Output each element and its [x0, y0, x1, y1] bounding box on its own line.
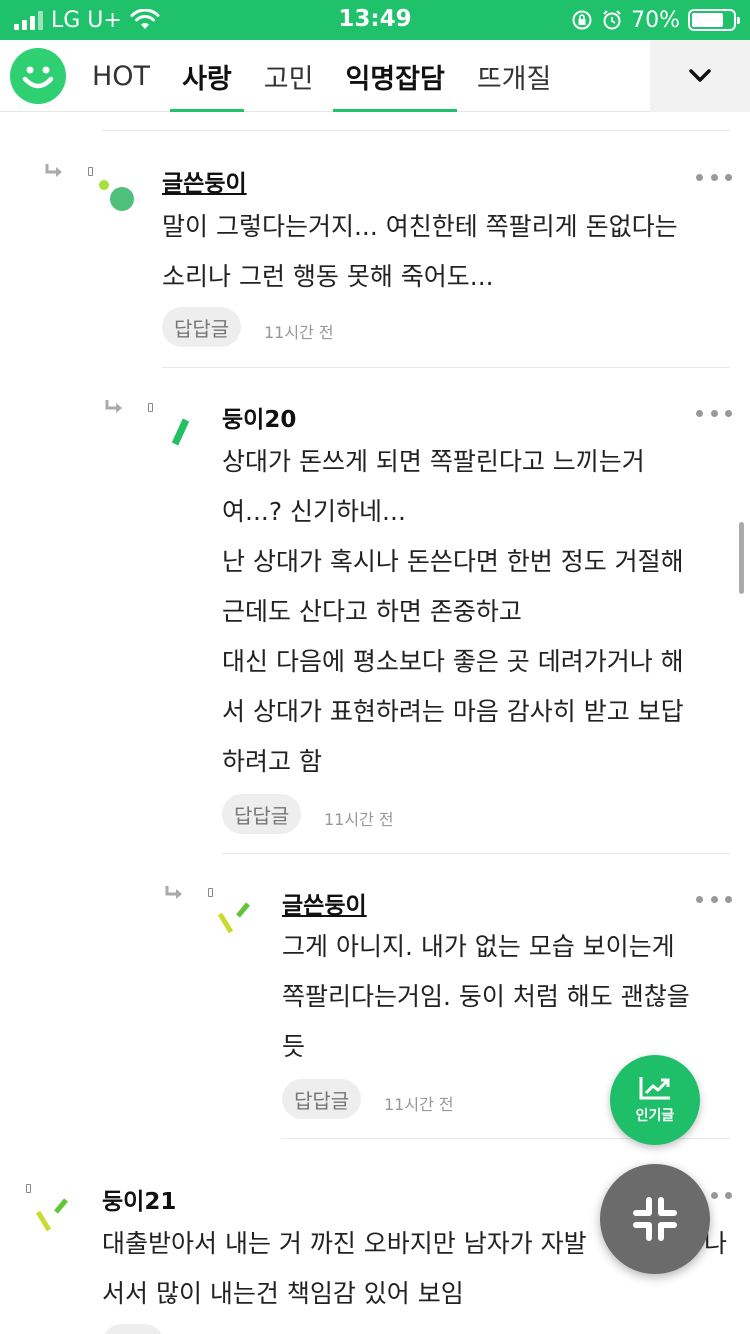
reply-button[interactable]: 답답글: [282, 1079, 362, 1119]
comment-line: 대출받아서 내는 거 까진 오바지만 남자가 자발: [102, 1229, 587, 1258]
collapse-arrows-icon: [633, 1197, 677, 1241]
reply-button[interactable]: 답답글: [222, 794, 302, 834]
avatar-icon: [99, 180, 134, 211]
tab-love[interactable]: 사랑: [170, 40, 244, 112]
rotation-lock-icon: [572, 10, 592, 30]
alarm-icon: [603, 10, 621, 30]
divider: [222, 853, 730, 854]
avatar-icon: [171, 418, 190, 446]
comment-line: 말이 그렇다는거지... 여친한테 쪽팔리게 돈없다는: [162, 212, 678, 241]
collapse-button[interactable]: [600, 1164, 710, 1274]
comment-line: 여...? 신기하네...: [222, 497, 406, 526]
comment-line: 상대가 돈쓰게 되면 쪽팔린다고 느끼는거: [222, 447, 645, 476]
status-bar: LG U+ 13:49 70%: [0, 0, 750, 40]
expand-categories-button[interactable]: [650, 40, 750, 112]
comment-time: 11시간 전: [384, 1095, 454, 1114]
reply-button[interactable]: 답답글: [162, 307, 242, 347]
scrollbar[interactable]: [739, 522, 744, 594]
comment-time: 11시간 전: [324, 810, 394, 829]
reply-arrow-icon: [165, 886, 182, 899]
trending-chart-icon: [639, 1077, 670, 1100]
comment-time: 11시간 전: [264, 323, 334, 342]
tab-anonymous-chat[interactable]: 익명잡담: [333, 40, 458, 112]
popular-posts-label: 인기글: [635, 1108, 675, 1124]
comment-body: 그게 아니지. 내가 없는 모습 보이는게 쪽팔리다는거임. 둥이 처럼 해도 …: [282, 922, 690, 1072]
comment-author[interactable]: 둥이21: [102, 1182, 176, 1216]
tab-hot[interactable]: HOT: [80, 40, 162, 112]
comment-line: 서서 많이 내는건 책임감 있어 보임: [102, 1279, 464, 1308]
comment-body: 상대가 돈쓰게 되면 쪽팔린다고 느끼는거 여...? 신기하네... 난 상대…: [222, 437, 684, 787]
more-options-icon[interactable]: [696, 408, 732, 418]
comment-line: 그게 아니지. 내가 없는 모습 보이는게: [282, 932, 675, 961]
tab-worry[interactable]: 고민: [252, 40, 326, 112]
popular-posts-button[interactable]: 인기글: [610, 1055, 700, 1145]
comment-line: 소리나 그런 행동 못해 죽어도...: [162, 262, 494, 291]
comment-line: 근데도 산다고 하면 존중하고: [222, 597, 522, 626]
status-right: 70%: [571, 6, 740, 34]
chevron-down-icon: [689, 69, 711, 82]
comment-author[interactable]: 글쓴둥이: [282, 886, 367, 920]
comment-line: 하려고 함: [222, 747, 322, 776]
comment-body: 말이 그렇다는거지... 여친한테 쪽팔리게 돈없다는 소리나 그런 행동 못해…: [162, 202, 678, 302]
more-options-icon[interactable]: [696, 894, 732, 904]
comment-line: 쪽팔리다는거임. 둥이 처럼 해도 괜찮을: [282, 982, 690, 1011]
reply-arrow-icon: [105, 400, 122, 413]
category-tabs: HOT 사랑 고민 익명잡담 뜨개질: [80, 40, 563, 112]
comment-author[interactable]: 글쓴둥이: [162, 164, 247, 198]
battery-percent: 70%: [631, 7, 680, 33]
comment-author[interactable]: 둥이20: [222, 400, 296, 434]
avatar-icon: [35, 1198, 68, 1232]
category-nav: HOT 사랑 고민 익명잡담 뜨개질: [0, 40, 750, 112]
reply-arrow-icon: [45, 164, 62, 177]
divider: [102, 130, 730, 131]
divider: [162, 367, 730, 368]
deco-mark: [148, 403, 153, 412]
avatar-icon: [217, 902, 250, 934]
comment-body: 대출받아서 내는 거 까진 오바지만 남자가 자발 서서 많이 내는건 책임감 …: [102, 1219, 587, 1319]
comment-line: 대신 다음에 평소보다 좋은 곳 데려가거나 해: [222, 647, 684, 676]
comment-line: 난 상대가 혹시나 돈쓴다면 한번 정도 거절해: [222, 547, 684, 576]
reply-button-partial[interactable]: [102, 1324, 164, 1334]
battery-icon: [688, 9, 740, 31]
app-logo-smiley-icon[interactable]: [10, 48, 66, 104]
more-options-icon[interactable]: [696, 172, 732, 182]
comment-line: 서 상대가 표현하려는 마음 감사히 받고 보답: [222, 697, 684, 726]
tab-knitting[interactable]: 뜨개질: [465, 40, 564, 112]
